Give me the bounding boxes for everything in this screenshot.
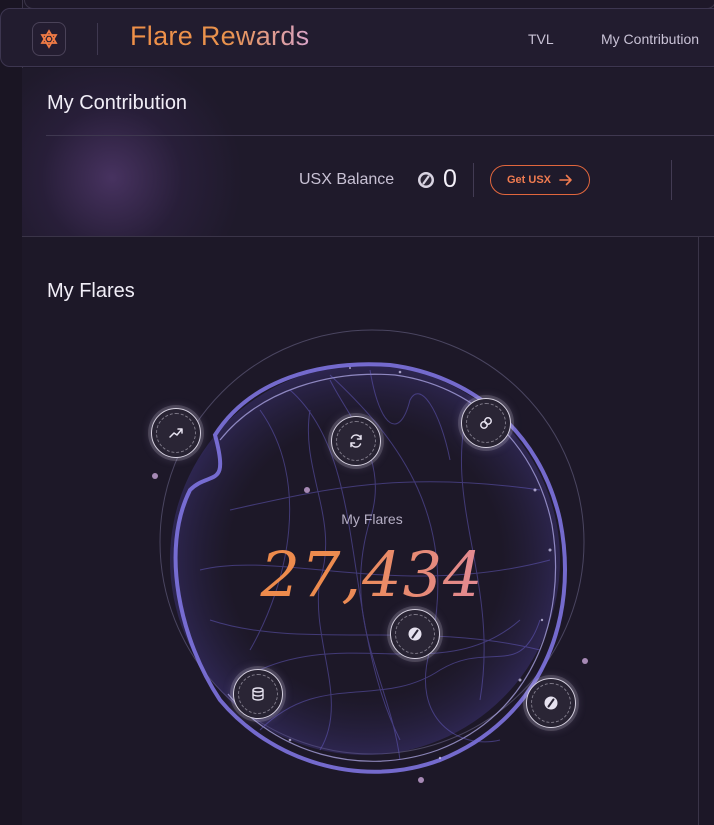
usx-token-icon — [408, 627, 422, 641]
left-sidebar-edge — [0, 0, 23, 825]
flares-center-label: My Flares — [341, 511, 403, 527]
usx-token-icon — [544, 696, 558, 710]
panel-separator — [671, 160, 672, 200]
contribution-divider — [46, 135, 714, 136]
usx-token-icon — [418, 172, 434, 188]
coins-stack-orb[interactable] — [233, 669, 283, 719]
link-icon — [480, 417, 492, 429]
balance-separator — [473, 163, 474, 197]
flare-logo-icon — [40, 29, 58, 49]
page: Flare Rewards TVL My Contribution My Con… — [0, 0, 714, 825]
usx-token-orb[interactable] — [526, 678, 576, 728]
coins-stack-icon — [252, 687, 264, 701]
arrow-right-icon — [559, 174, 572, 186]
contribution-title: My Contribution — [47, 92, 188, 114]
usx-token-orb[interactable] — [390, 609, 440, 659]
flares-title: My Flares — [47, 280, 135, 302]
trending-up-orb[interactable] — [151, 408, 201, 458]
app-logo[interactable] — [32, 22, 66, 56]
app-title: Flare Rewards — [130, 21, 310, 51]
nav-tvl[interactable]: TVL — [528, 31, 554, 47]
usx-balance-value: 0 — [443, 165, 457, 193]
top-header: Flare Rewards TVL My Contribution — [0, 8, 714, 67]
get-usx-label: Get USX — [506, 174, 551, 186]
refresh-orb[interactable] — [331, 416, 381, 466]
usx-balance-label: USX Balance — [299, 171, 395, 188]
refresh-icon — [350, 434, 362, 448]
nav-my-contribution[interactable]: My Contribution — [601, 31, 699, 47]
flares-value: 27,434 — [0, 538, 714, 611]
trending-up-icon — [169, 428, 183, 438]
get-usx-button[interactable]: Get USX — [490, 165, 590, 195]
header-divider — [97, 23, 98, 55]
link-orb[interactable] — [461, 398, 511, 448]
